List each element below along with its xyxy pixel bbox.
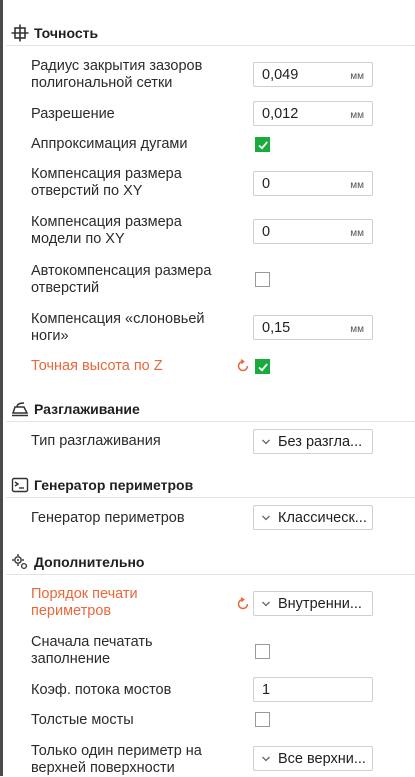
- section-precision-header: Точность: [11, 22, 98, 44]
- section-ironing-title: Разглаживание: [34, 401, 140, 417]
- section-divider: [6, 574, 415, 575]
- arc-fitting-checkbox[interactable]: [255, 137, 270, 152]
- wall-sequence-dropdown[interactable]: Внутренни...: [253, 591, 373, 616]
- section-divider: [6, 497, 415, 498]
- section-ironing-header: Разглаживание: [11, 398, 140, 420]
- section-advanced-title: Дополнительно: [34, 554, 145, 570]
- section-divider: [6, 45, 415, 46]
- elefant-foot-input[interactable]: 0,15 мм: [253, 315, 373, 340]
- ironing-type-dropdown[interactable]: Без разгла...: [253, 429, 373, 454]
- section-perimeter-generator-title: Генератор периметров: [34, 477, 194, 493]
- section-perimeter-generator-header: Генератор периметров: [11, 474, 193, 496]
- advanced-gears-icon: [11, 553, 29, 571]
- xy-contour-comp-input[interactable]: 0 мм: [253, 219, 373, 244]
- thick-bridges-checkbox[interactable]: [255, 712, 270, 727]
- precision-crosshair-icon: [11, 24, 29, 42]
- resolution-input[interactable]: 0,012 мм: [253, 101, 373, 126]
- arc-fitting-label: Аппроксимация дугами: [31, 136, 188, 152]
- precise-z-checkbox[interactable]: [255, 359, 270, 374]
- reset-arrow-icon[interactable]: [236, 359, 250, 373]
- chevron-down-icon: [262, 601, 270, 607]
- elefant-foot-label: Компенсация «слоновьей ноги»: [31, 311, 205, 344]
- infill-first-checkbox[interactable]: [255, 644, 270, 659]
- xy-hole-comp-input[interactable]: 0 мм: [253, 171, 373, 196]
- reset-arrow-icon[interactable]: [236, 597, 250, 611]
- wall-sequence-label: Порядок печати периметров: [31, 586, 138, 619]
- perimeter-generator-icon: [11, 476, 29, 494]
- chevron-down-icon: [262, 756, 270, 762]
- only-one-wall-top-label: Только один периметр на верхней поверхно…: [31, 743, 202, 776]
- xy-hole-comp-label: Компенсация размера отверстий по XY: [31, 166, 182, 199]
- iron-icon: [11, 400, 29, 418]
- section-advanced-header: Дополнительно: [11, 551, 144, 573]
- bridge-flow-input[interactable]: 1: [253, 677, 373, 702]
- bridge-flow-label: Коэф. потока мостов: [31, 682, 172, 698]
- chevron-down-icon: [262, 439, 270, 445]
- auto-hole-comp-label: Автокомпенсация размера отверстий: [31, 263, 212, 296]
- only-one-wall-top-dropdown[interactable]: Все верхни...: [253, 746, 373, 771]
- settings-panel: Точность Радиус закрытия зазоров полигон…: [3, 0, 415, 776]
- checkmark-icon: [258, 141, 268, 150]
- resolution-label: Разрешение: [31, 106, 115, 122]
- ironing-type-label: Тип разглаживания: [31, 433, 161, 449]
- xy-contour-comp-label: Компенсация размера модели по XY: [31, 214, 182, 247]
- auto-hole-comp-checkbox[interactable]: [255, 272, 270, 287]
- wall-generator-label: Генератор периметров: [31, 510, 185, 526]
- section-precision-title: Точность: [34, 25, 99, 41]
- section-divider: [6, 421, 415, 422]
- slice-closing-radius-label: Радиус закрытия зазоров полигональной се…: [31, 58, 203, 91]
- wall-generator-dropdown[interactable]: Классическ...: [253, 505, 373, 530]
- thick-bridges-label: Толстые мосты: [31, 712, 134, 728]
- infill-first-label: Сначала печатать заполнение: [31, 634, 153, 667]
- checkmark-icon: [258, 363, 268, 372]
- precise-z-label: Точная высота по Z: [31, 358, 163, 374]
- slice-closing-radius-input[interactable]: 0,049 мм: [253, 62, 373, 87]
- chevron-down-icon: [262, 515, 270, 521]
